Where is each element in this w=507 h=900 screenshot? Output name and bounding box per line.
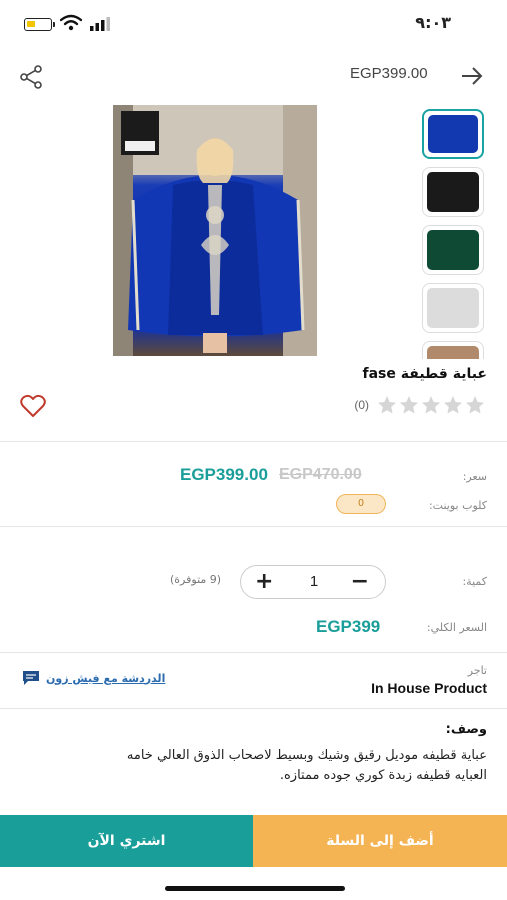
thumbnail-5[interactable] [422,341,484,359]
decrease-button[interactable]: − [351,570,369,594]
battery-icon [24,18,55,31]
old-price: EGP470.00 [279,466,362,483]
signal-icon [90,17,110,31]
share-icon[interactable] [18,64,44,90]
star-icon [444,396,462,414]
buy-now-button[interactable]: اشتري الآن [0,815,253,867]
thumbnail-1[interactable] [422,109,484,159]
home-indicator [165,886,345,891]
wifi-icon [60,14,82,31]
quantity-stepper: + 1 − [240,565,386,599]
club-points-label: كلوب بوينت: [428,499,487,512]
current-price: EGP399.00 [180,465,268,484]
divider [0,652,507,653]
thumbnail-4[interactable] [422,283,484,333]
chat-with-seller-link[interactable]: الدردشة مع فيش زون [22,670,165,686]
total-price: EGP399 [316,617,381,636]
description-title: وصف: [445,722,487,737]
top-bar: EGP399.00 [0,56,507,96]
bottom-action-bar: اشتري الآن أضف إلى السلة [0,815,507,867]
rating: (0) [354,395,485,415]
header-price: EGP399.00 [350,65,428,82]
total-price-label: السعر الكلي: [426,621,487,634]
add-to-cart-button[interactable]: أضف إلى السلة [253,815,507,867]
heart-icon[interactable] [20,394,46,418]
chat-link-text[interactable]: الدردشة مع فيش زون [46,672,165,685]
description-text: عباية قطيفه موديل رقيق وشيك وبسيط لاصحاب… [126,748,487,783]
increase-button[interactable]: + [255,570,273,594]
seller-name: In House Product [371,680,487,696]
star-icon [422,396,440,414]
quantity-value[interactable]: 1 [301,573,327,590]
rating-count: (0) [354,398,369,412]
thumbnail-strip [420,109,486,359]
divider [0,441,507,442]
chat-icon [23,671,39,685]
back-arrow-icon[interactable] [460,65,484,87]
star-icon [466,396,484,414]
product-title: عباية قطيفة fase [362,366,488,382]
star-icon [400,396,418,414]
divider [0,708,507,709]
divider [0,526,507,527]
club-points-badge: 0 [336,494,386,514]
star-icon [378,396,396,414]
seller-label: تاجر [467,664,487,677]
thumbnail-2[interactable] [422,167,484,217]
status-bar: ٩:٠٣ [0,0,507,48]
available-stock: (9 متوفرة) [170,573,222,586]
price-label: سعر: [462,470,487,483]
quantity-label: كمية: [462,575,487,588]
product-main-image[interactable] [113,105,317,356]
status-time: ٩:٠٣ [415,13,451,32]
thumbnail-3[interactable] [422,225,484,275]
